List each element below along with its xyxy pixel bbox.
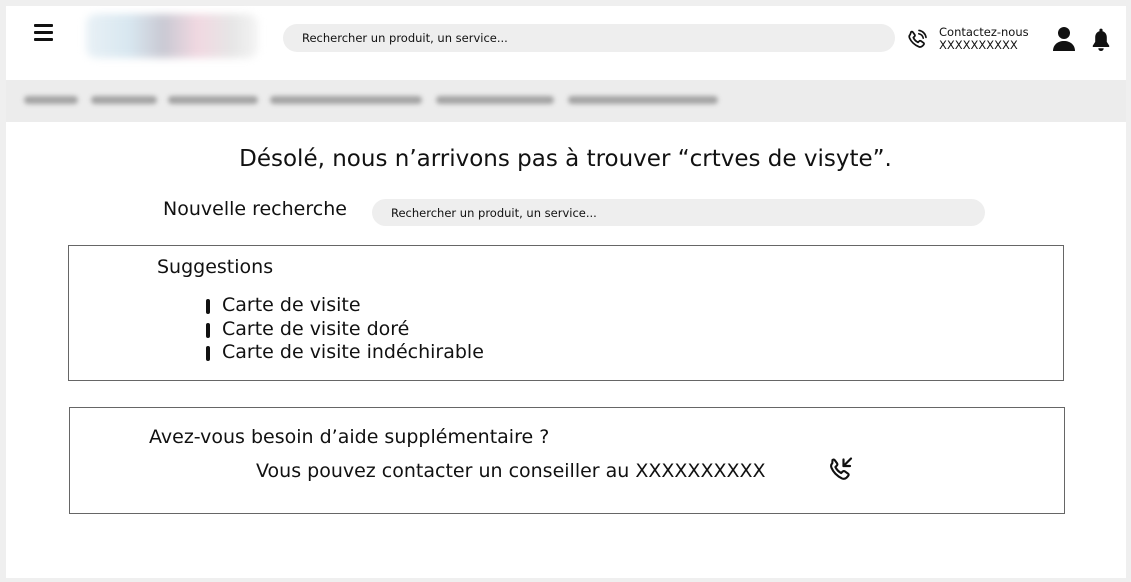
logo[interactable] — [86, 14, 258, 58]
nav-item[interactable] — [24, 96, 78, 104]
nav-item[interactable] — [568, 96, 718, 104]
bullet — [206, 322, 210, 338]
nav-item[interactable] — [168, 96, 258, 104]
new-search-input[interactable] — [372, 199, 985, 226]
suggestions-box: Suggestions Carte de visite Carte de vis… — [68, 245, 1064, 381]
suggestions-list: Carte de visite Carte de visite doré Car… — [206, 294, 484, 365]
contact-number: XXXXXXXXXX — [939, 38, 1018, 52]
suggestion-item[interactable]: Carte de visite — [206, 294, 484, 318]
help-contact-text: Vous pouvez contacter un conseiller au X… — [256, 460, 766, 482]
suggestion-label: Carte de visite — [222, 294, 361, 316]
suggestions-title: Suggestions — [157, 256, 274, 278]
suggestion-label: Carte de visite doré — [222, 317, 410, 340]
nav-item[interactable] — [270, 96, 422, 104]
suggestion-label: Carte de visite indéchirable — [222, 341, 484, 363]
nav-item[interactable] — [91, 96, 157, 104]
bullet — [206, 299, 210, 314]
user-icon[interactable] — [1053, 26, 1075, 52]
help-box: Avez-vous besoin d’aide supplémentaire ?… — [69, 407, 1065, 514]
phone-icon[interactable] — [906, 28, 928, 52]
suggestion-item[interactable]: Carte de visite indéchirable — [206, 341, 484, 365]
contact-us[interactable]: Contactez-nous XXXXXXXXXX — [939, 26, 1029, 52]
nav-item[interactable] — [436, 96, 554, 104]
no-results-heading: Désolé, nous n’arrivons pas à trouver “c… — [239, 146, 892, 172]
suggestion-item[interactable]: Carte de visite doré — [206, 318, 484, 342]
search-input[interactable] — [283, 24, 895, 52]
help-question: Avez-vous besoin d’aide supplémentaire ? — [149, 426, 550, 448]
incoming-call-icon[interactable] — [827, 455, 855, 483]
nav-bar — [6, 80, 1126, 122]
hamburger-menu-icon[interactable] — [34, 24, 53, 42]
bell-icon[interactable] — [1091, 28, 1111, 52]
bullet — [206, 346, 210, 361]
new-search-label: Nouvelle recherche — [163, 198, 347, 220]
